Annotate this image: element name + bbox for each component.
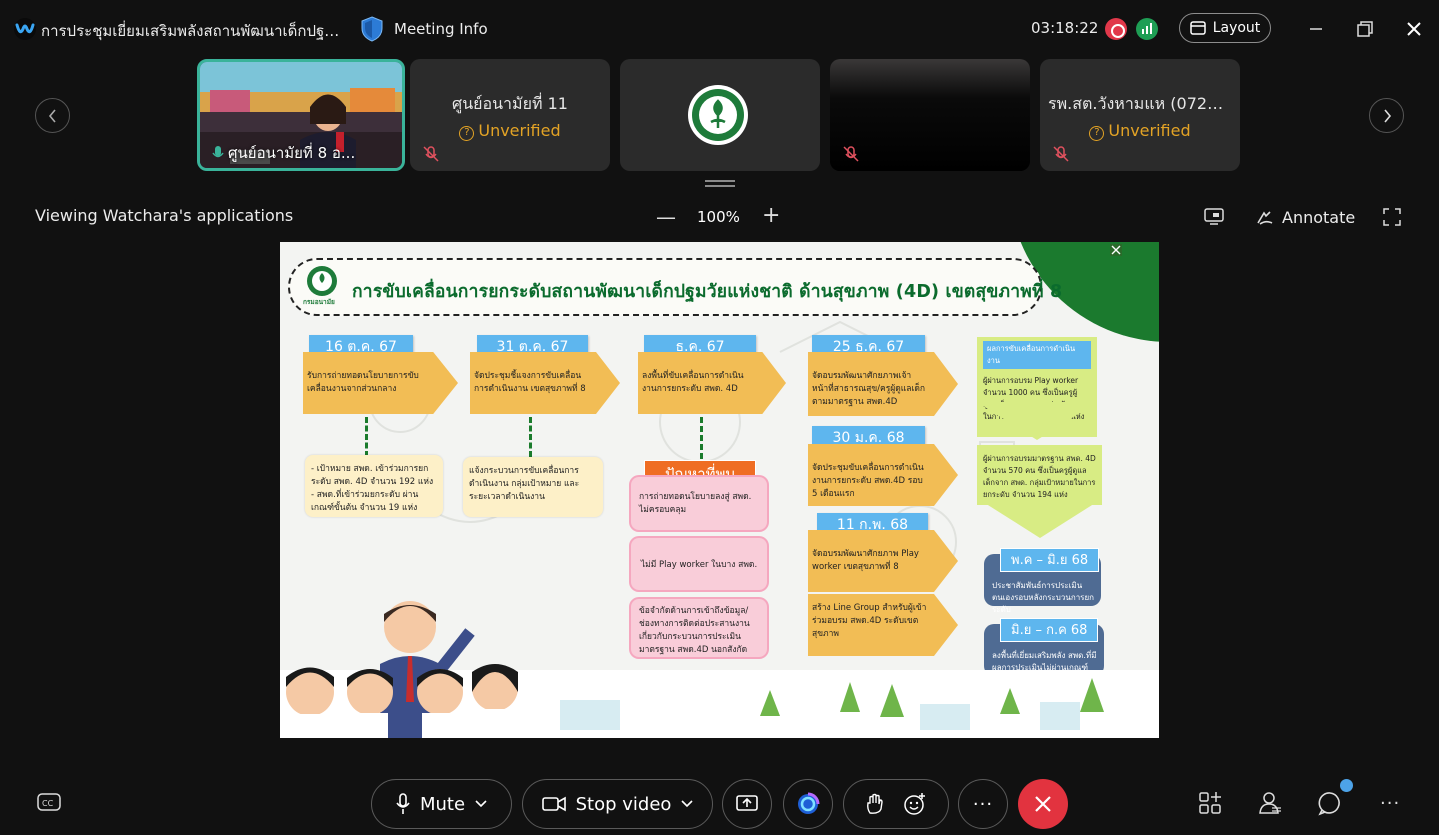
zoom-out-button[interactable]: — [656, 205, 676, 229]
connector-line [365, 417, 368, 457]
share-window-icon[interactable] [1203, 207, 1225, 227]
apps-icon[interactable] [1197, 790, 1223, 816]
timeline-step: จัดประชุมขับเคลื่อนการดำเนินงานการยกระดั… [808, 444, 958, 506]
result-header: ผลการขับเคลื่อนการดำเนินงาน [983, 341, 1091, 369]
chat-icon[interactable] [1317, 790, 1343, 816]
participant-tile[interactable]: ศูนย์อนามัยที่ 11 ? Unverified [410, 59, 610, 171]
stop-video-button[interactable]: Stop video [522, 779, 713, 829]
chevron-down-icon[interactable] [681, 800, 693, 808]
result-text: ผู้ผ่านการอบรมมาตรฐาน สพด. 4D จำนวน 570 … [977, 445, 1102, 505]
more-options-button[interactable]: ··· [958, 779, 1008, 829]
restore-icon[interactable] [1353, 17, 1377, 41]
annotate-pen-icon [1257, 210, 1273, 225]
annotate-label: Annotate [1282, 208, 1356, 227]
strip-prev-button[interactable] [35, 98, 70, 133]
leave-meeting-button[interactable] [1018, 779, 1068, 829]
participant-name: ศูนย์อนามัยที่ 11 [452, 94, 568, 113]
participant-name: รพ.สต.วังหามแห (0720... [1048, 94, 1233, 113]
problem-item: ไม่มี Play worker ในบาง สพด. [629, 536, 769, 592]
meeting-title: การประชุมเยี่ยมเสริมพลังสถานพัฒนาเด็กปฐม… [41, 22, 346, 40]
video-camera-icon [541, 796, 566, 812]
viewing-label: Viewing Watchara's applications [35, 206, 294, 225]
timeline-note: - เป้าหมาย สพด. เข้าร่วมการยกระดับ สพด. … [305, 455, 443, 517]
mic-muted-icon [1053, 146, 1069, 162]
chevron-down-icon[interactable] [475, 800, 487, 808]
webex-logo-icon [14, 18, 36, 40]
strip-next-button[interactable] [1369, 98, 1404, 133]
more-icon: ··· [972, 793, 994, 815]
problem-item: การถ่ายทอดนโยบายลงสู่ สพด. ไม่ครอบคลุม [629, 475, 769, 532]
mute-label: Mute [419, 793, 466, 815]
participant-tile-active-speaker[interactable]: ศูนย์อนามัยที่ 8 อ... [197, 59, 405, 171]
zoom-level[interactable]: 100% [697, 208, 740, 226]
participant-video [830, 59, 1030, 171]
timeline-step: จัดอบรมพัฒนาศักยภาพเจ้าหน้าที่สาธารณสุข/… [808, 352, 958, 416]
layout-button[interactable]: Layout [1179, 13, 1271, 43]
share-content-button[interactable] [722, 779, 772, 829]
layout-label: Layout [1212, 20, 1261, 36]
question-icon: ? [459, 126, 475, 141]
share-screen-icon [736, 795, 758, 811]
participant-tile[interactable] [620, 59, 820, 171]
department-of-health-logo-icon [688, 85, 748, 145]
layout-icon [1189, 21, 1206, 35]
slide-title: การขับเคลื่อนการยกระดับสถานพัฒนาเด็กปฐมว… [352, 282, 1063, 302]
meeting-info-button[interactable]: Meeting Info [394, 20, 488, 38]
mic-muted-icon [423, 146, 439, 162]
slide-title-box: กรมอนามัย การขับเคลื่อนการยกระดับสถานพัฒ… [288, 258, 1062, 316]
stop-video-label: Stop video [575, 793, 672, 815]
mic-muted-icon [843, 146, 859, 162]
timeline-step: จัดประชุมชี้แจงการขับเคลื่อนการดำเนินงาน… [470, 352, 620, 414]
annotate-button[interactable]: Annotate [1256, 208, 1355, 227]
strip-resize-handle[interactable] [705, 180, 735, 188]
plan-date: พ.ค – มิ.ย 68 [1000, 548, 1100, 572]
slide-logo-text: กรมอนามัย [303, 298, 335, 306]
chevron-left-icon [48, 108, 56, 123]
recording-icon[interactable] [1105, 18, 1127, 40]
children-illustration [286, 601, 1104, 738]
expand-icon[interactable] [1383, 208, 1401, 226]
reactions-group [843, 779, 949, 829]
result-arrow [977, 402, 1097, 440]
connector-line [529, 417, 532, 457]
slide-close-icon [1110, 244, 1122, 256]
ai-assistant-icon [798, 792, 820, 814]
participant-tile[interactable] [830, 59, 1030, 171]
network-health-icon[interactable] [1136, 18, 1158, 40]
unverified-label: Unverified [478, 121, 561, 140]
speaking-mic-icon [212, 146, 224, 158]
raise-hand-icon[interactable] [865, 793, 885, 815]
mute-button[interactable]: Mute [371, 779, 512, 829]
unverified-label: Unverified [1108, 121, 1191, 140]
shared-slide: กรมอนามัย การขับเคลื่อนการยกระดับสถานพัฒ… [280, 242, 1159, 738]
closed-captions-icon[interactable]: CC [37, 792, 61, 814]
svg-text:CC: CC [42, 799, 54, 808]
close-icon [1035, 796, 1051, 812]
ai-assistant-button[interactable] [783, 779, 833, 829]
microphone-icon [396, 793, 410, 814]
question-icon: ? [1089, 126, 1105, 141]
timeline-step: รับการถ่ายทอดนโยบายการขับเคลื่อนงานจากส่… [303, 352, 458, 414]
zoom-in-button[interactable]: + [762, 203, 780, 228]
participant-name: ศูนย์อนามัยที่ 8 อ... [228, 144, 356, 162]
chevron-right-icon [1383, 108, 1391, 123]
meeting-timer: 03:18:22 [1031, 19, 1099, 37]
timeline-step: ลงพื้นที่ขับเคลื่อนการดำเนินงานการยกระดั… [638, 352, 786, 414]
result-arrow [980, 500, 1100, 538]
emoji-reaction-icon[interactable] [903, 792, 927, 816]
minimize-icon[interactable] [1304, 17, 1328, 41]
chat-notification-badge [1340, 779, 1353, 792]
connector-line [700, 417, 703, 459]
timeline-note: แจ้งกระบวนการขับเคลื่อนการดำเนินงาน กลุ่… [463, 457, 603, 517]
shield-icon[interactable] [360, 16, 384, 42]
participant-tile[interactable]: รพ.สต.วังหามแห (0720... ? Unverified [1040, 59, 1240, 171]
participants-icon[interactable] [1257, 790, 1283, 816]
timeline-step: จัดอบรมพัฒนาศักยภาพ Play worker เขตสุขภา… [808, 530, 958, 592]
close-icon[interactable] [1402, 17, 1426, 41]
participant-status: ? Unverified [410, 121, 610, 141]
title-bar: การประชุมเยี่ยมเสริมพลังสถานพัฒนาเด็กปฐม… [0, 0, 1439, 58]
more-panels-icon[interactable]: ··· [1380, 793, 1400, 814]
participant-status: ? Unverified [1040, 121, 1240, 141]
